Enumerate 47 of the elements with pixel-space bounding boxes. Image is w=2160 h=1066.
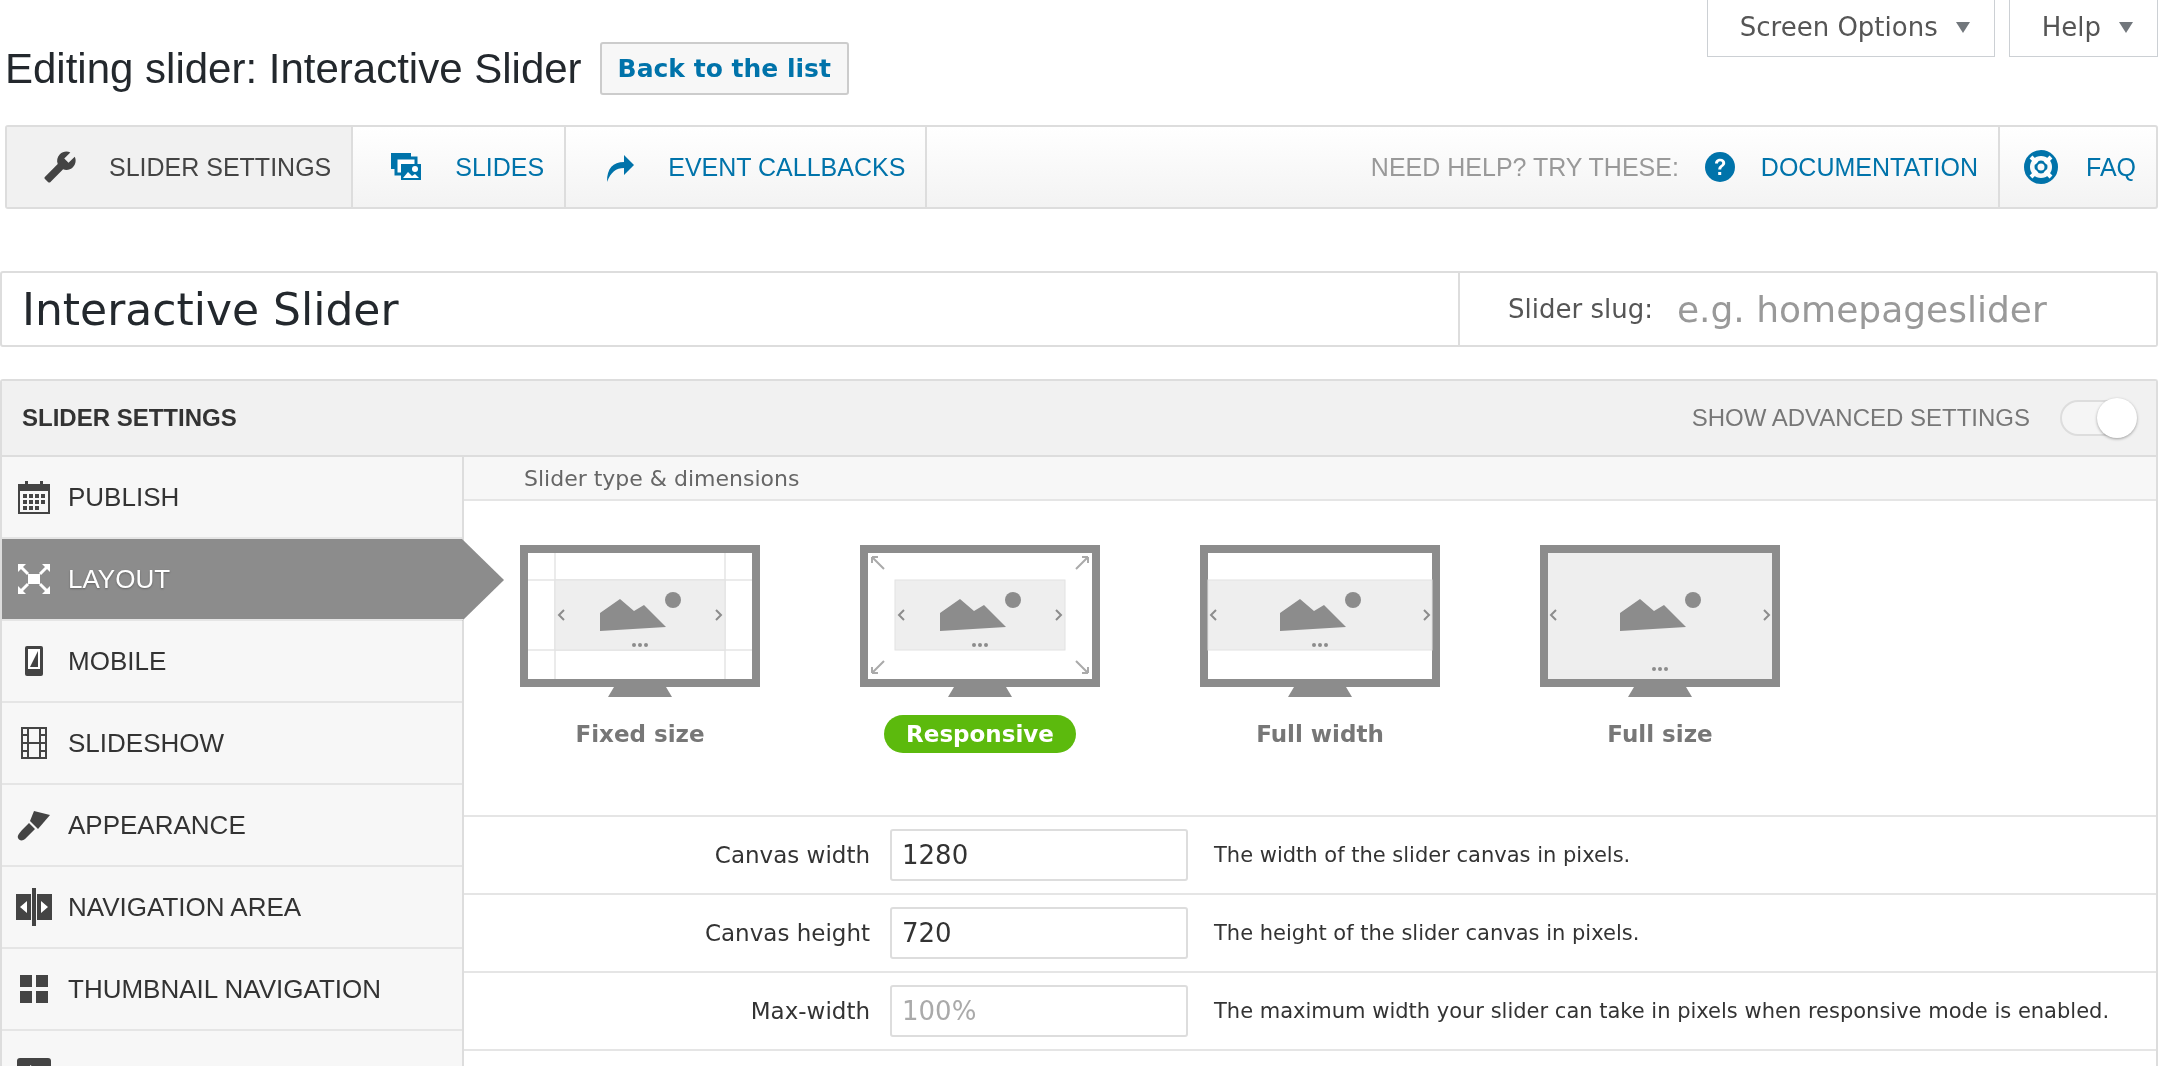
caret-icon	[1955, 21, 1970, 33]
text-field[interactable]: 100%	[890, 985, 1188, 1037]
calendar-icon	[18, 480, 50, 514]
nav-tab[interactable]: SLIDES	[353, 127, 567, 207]
screen-meta-button[interactable]: Screen Options	[1706, 0, 1995, 57]
film-icon	[21, 727, 47, 759]
sidebar-item[interactable]: APPEARANCE	[2, 785, 462, 867]
images-icon	[389, 151, 424, 183]
sidebar-item[interactable]: THUMBNAIL NAVIGATION	[2, 949, 462, 1031]
slug-label: Slider slug:	[1460, 271, 1675, 347]
help-link[interactable]: FAQ	[1998, 127, 2156, 207]
toggle-switch[interactable]	[2058, 397, 2138, 439]
slider-type-option[interactable]: Full size	[1585, 715, 1735, 753]
screen-meta-button[interactable]: Help	[2008, 0, 2158, 57]
question-icon	[1704, 152, 1735, 182]
slider-name-field[interactable]: Interactive Slider	[0, 271, 1460, 347]
field-label: Canvas height	[703, 920, 871, 946]
slider-type-option[interactable]: Full width	[1234, 715, 1406, 753]
field-description: The height of the slider canvas in pixels.	[1214, 921, 1640, 945]
lifebuoy-icon	[2024, 150, 2058, 184]
navigation-arrows-icon	[16, 888, 52, 926]
section-header: Slider type & dimensions	[464, 457, 2156, 501]
help-link[interactable]: DOCUMENTATION	[1704, 127, 1998, 207]
expand-arrows-icon	[18, 564, 50, 594]
help-prompt: NEED HELP? TRY THESE:	[1370, 152, 1679, 182]
grid-icon	[20, 975, 48, 1003]
back-button[interactable]: Back to the list	[599, 42, 849, 95]
field-label: Max-width	[749, 998, 871, 1024]
wrench-icon	[43, 150, 77, 184]
field-description: The width of the slider canvas in pixels.	[1214, 843, 1631, 867]
slider-type-option[interactable]: Fixed size	[553, 715, 727, 753]
sidebar-item[interactable]: SLIDESHOW	[2, 703, 462, 785]
text-field[interactable]: 1280	[890, 829, 1188, 881]
phone-icon	[24, 645, 44, 677]
field-description: The maximum width your slider can take in pixels when responsive mode is enabled.	[1214, 999, 2110, 1023]
slug-field[interactable]: e.g. homepageslider	[1674, 271, 2158, 347]
page-title: Editing slider: Interactive Slider	[5, 44, 582, 93]
advanced-settings-label: SHOW ADVANCED SETTINGS	[1691, 404, 2030, 432]
nav-tab[interactable]: SLIDER SETTINGS	[7, 127, 354, 207]
text-field[interactable]: 720	[890, 907, 1188, 959]
field-label: Canvas width	[713, 842, 871, 868]
panel-title: SLIDER SETTINGS	[22, 404, 238, 432]
nav-tab[interactable]: EVENT CALLBACKS	[566, 127, 928, 207]
sidebar-item[interactable]: MOBILE	[2, 621, 462, 703]
brush-icon	[16, 809, 52, 841]
caret-icon	[2119, 21, 2133, 33]
sidebar-item[interactable]: NAVIGATION AREA	[2, 867, 462, 949]
